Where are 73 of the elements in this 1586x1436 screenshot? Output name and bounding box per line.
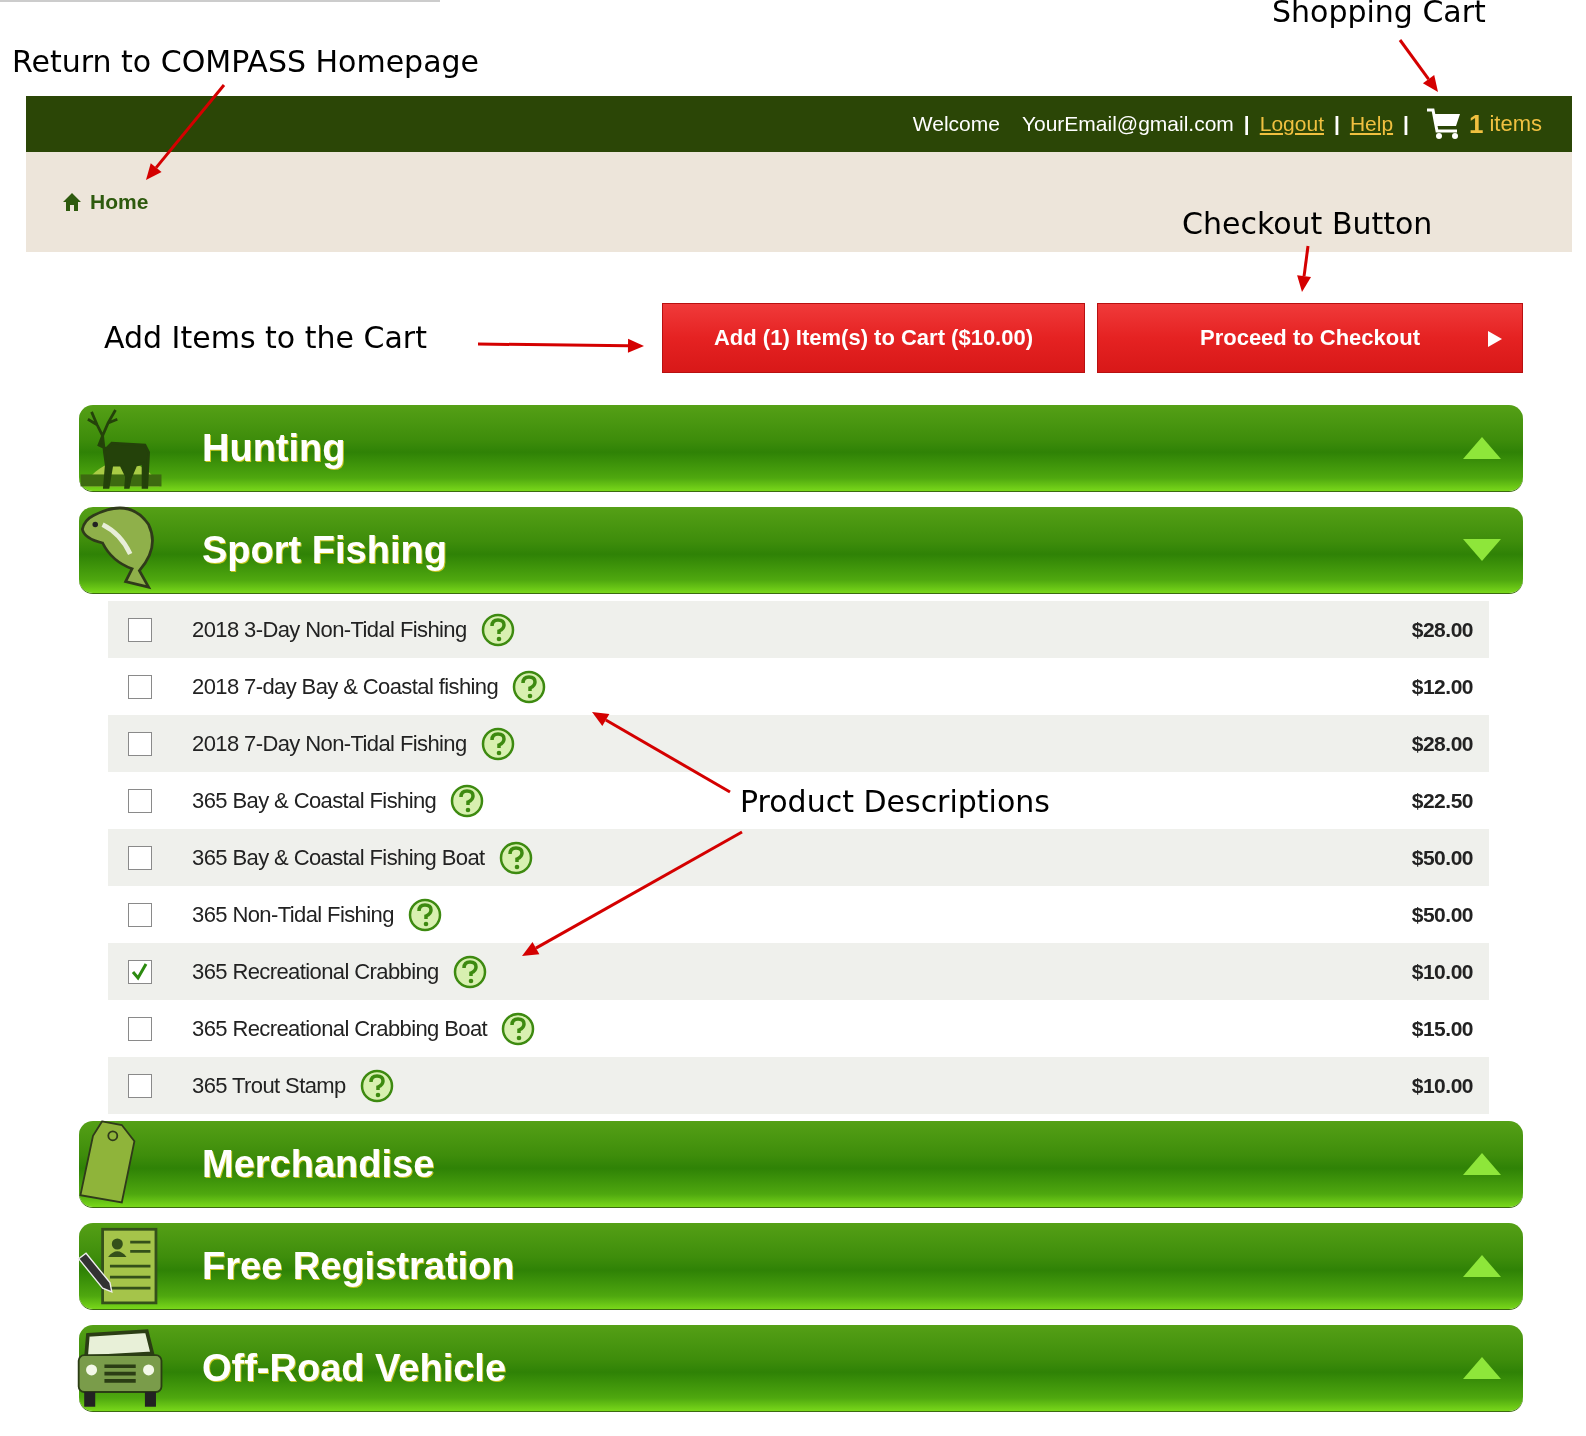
help-icon[interactable] [359,1068,394,1103]
category-title: Off-Road Vehicle [202,1346,507,1390]
separator: | [1334,112,1340,136]
help-icon[interactable] [480,726,515,761]
category-title: Free Registration [202,1244,515,1288]
separator: | [1403,112,1409,136]
checkbox[interactable] [128,902,152,927]
category-header[interactable]: Free Registration [79,1223,1523,1309]
product-name: 2018 7-day Bay & Coastal fishing [192,673,499,700]
checkbox[interactable] [128,1073,152,1098]
product-name: 365 Non-Tidal Fishing [192,901,394,928]
product-price: $28.00 [1411,731,1473,756]
category-header[interactable]: Sport Fishing [79,507,1523,593]
expand-arrow-icon[interactable] [1463,1153,1501,1175]
annotation-arrow [1398,39,1438,92]
cart-icon[interactable] [1424,107,1463,141]
help-icon[interactable] [450,783,485,818]
product-name: 365 Recreational Crabbing Boat [192,1015,488,1042]
product-name: 2018 7-Day Non-Tidal Fishing [192,730,467,757]
annotation-arrow [1297,245,1311,292]
collapse-arrow-icon[interactable] [1463,539,1501,561]
help-icon[interactable] [512,669,547,704]
product-price: $15.00 [1411,1016,1473,1041]
category-header[interactable]: Merchandise [79,1121,1523,1207]
checkbox[interactable] [128,674,152,699]
chevron-icon [1488,331,1502,347]
category-title: Merchandise [202,1142,435,1186]
product-price: $22.50 [1411,788,1473,813]
annotation-label: Checkout Button [1182,206,1433,241]
help-icon[interactable] [480,612,515,647]
annotation-label: Product Descriptions [740,784,1050,819]
user-email: YourEmail@gmail.com [1021,112,1234,136]
help-icon[interactable] [407,897,442,932]
checkbox[interactable] [128,1016,152,1041]
header-link[interactable]: Logout [1259,112,1324,136]
help-icon[interactable] [498,840,533,875]
annotation-label: Shopping Cart [1272,0,1486,29]
product-name: 2018 3-Day Non-Tidal Fishing [192,616,467,643]
home-link[interactable]: Home [62,190,149,214]
product-price: $50.00 [1411,845,1473,870]
product-name: 365 Bay & Coastal Fishing [192,787,437,814]
product-price: $10.00 [1411,959,1473,984]
annotation-label: Add Items to the Cart [104,320,427,355]
product-price: $12.00 [1411,674,1473,699]
separator: | [1243,112,1250,136]
product-name: 365 Recreational Crabbing [192,958,439,985]
checkbox[interactable] [128,845,152,870]
welcome-text: Welcome [912,112,1000,136]
category-title: Sport Fishing [202,528,447,572]
product-price: $50.00 [1411,902,1473,927]
checkbox[interactable] [128,788,152,813]
cart-label: items [1489,111,1542,137]
checkbox[interactable] [128,959,152,984]
annotation-label: Return to COMPASS Homepage [12,44,480,79]
checkbox[interactable] [128,617,152,642]
checkout-button[interactable]: Proceed to Checkout [1097,303,1523,373]
category-header[interactable]: Hunting [79,405,1523,491]
category-header[interactable]: Off-Road Vehicle [79,1325,1523,1411]
expand-arrow-icon[interactable] [1463,437,1501,459]
help-icon[interactable] [452,954,487,989]
expand-arrow-icon[interactable] [1463,1357,1501,1379]
help-icon[interactable] [501,1011,536,1046]
cart-count: 1 [1468,108,1484,140]
header-link[interactable]: Help [1349,112,1394,136]
checkbox[interactable] [128,731,152,756]
category-title: Hunting [202,426,346,470]
expand-arrow-icon[interactable] [1463,1255,1501,1277]
home-icon [62,192,82,212]
product-price: $28.00 [1411,617,1473,642]
add-to-cart-button[interactable]: Add (1) Item(s) to Cart ($10.00) [662,303,1085,373]
product-name: 365 Trout Stamp [192,1072,346,1099]
product-price: $10.00 [1411,1073,1473,1098]
product-name: 365 Bay & Coastal Fishing Boat [192,844,485,871]
